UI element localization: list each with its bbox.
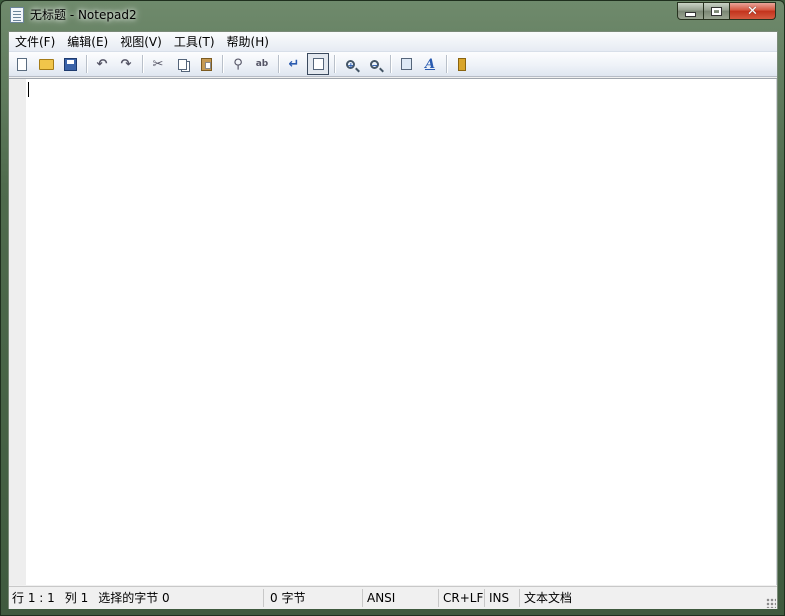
window-title: 无标题 - Notepad2 xyxy=(30,8,137,22)
toolbar-separator xyxy=(86,55,88,73)
menu-file[interactable]: 文件(F) xyxy=(9,33,61,51)
toolbar-separator xyxy=(334,55,336,73)
new-file-icon xyxy=(17,57,27,71)
settings-button[interactable] xyxy=(395,53,417,75)
status-line-ending[interactable]: CR+LF xyxy=(439,589,485,607)
zoom-out-icon: − xyxy=(369,59,379,70)
maximize-icon xyxy=(711,6,722,16)
status-insert-mode: INS xyxy=(485,589,520,607)
toolbar-separator xyxy=(142,55,144,73)
undo-icon: ↶ xyxy=(96,56,108,72)
maximize-button[interactable] xyxy=(704,2,730,20)
toolbar-separator xyxy=(278,55,280,73)
find-button[interactable]: ⚲ xyxy=(227,53,249,75)
status-selection: 选择的字节 0 xyxy=(98,591,170,605)
status-doc-type[interactable]: 文本文档 xyxy=(520,589,640,607)
toolbar-separator xyxy=(222,55,224,73)
copy-button[interactable] xyxy=(171,53,193,75)
save-button[interactable] xyxy=(59,53,81,75)
close-icon: ✕ xyxy=(747,3,758,19)
menu-help[interactable]: 帮助(H) xyxy=(221,33,275,51)
status-column: 列 1 xyxy=(64,591,89,605)
settings-icon xyxy=(400,58,412,70)
close-button[interactable]: ✕ xyxy=(730,2,776,20)
zoom-out-button[interactable]: − xyxy=(363,53,385,75)
save-icon xyxy=(63,57,77,71)
minimize-button[interactable] xyxy=(677,2,704,20)
view-toggle-button[interactable] xyxy=(307,53,329,75)
window-controls: ✕ xyxy=(677,2,776,21)
menu-tools[interactable]: 工具(T) xyxy=(168,33,221,51)
font-button[interactable]: A xyxy=(419,53,441,75)
zoom-in-button[interactable]: + xyxy=(339,53,361,75)
font-icon: A xyxy=(424,56,436,72)
zoom-in-icon: + xyxy=(345,59,355,70)
word-wrap-icon: ↵ xyxy=(288,56,300,72)
toolbar-separator xyxy=(390,55,392,73)
exit-button[interactable] xyxy=(451,53,473,75)
new-file-button[interactable] xyxy=(11,53,33,75)
status-bar: 行 1 : 1 列 1 选择的字节 0 0 字节 ANSI CR+LF INS 文本… xyxy=(9,586,777,609)
minimize-icon xyxy=(685,11,696,17)
redo-button[interactable]: ↷ xyxy=(115,53,137,75)
copy-icon xyxy=(177,58,187,70)
app-window: 无标题 - Notepad2 ✕ 文件(F) 编辑(E) 视图(V) 工具(T)… xyxy=(0,0,785,616)
toolbar-separator xyxy=(446,55,448,73)
menu-bar: 文件(F) 编辑(E) 视图(V) 工具(T) 帮助(H) xyxy=(9,32,777,52)
word-wrap-button[interactable]: ↵ xyxy=(283,53,305,75)
text-editor[interactable] xyxy=(9,78,777,585)
text-caret xyxy=(28,82,29,97)
status-bytes: 0 字节 xyxy=(264,589,363,607)
editor-edge xyxy=(776,79,777,585)
menu-view[interactable]: 视图(V) xyxy=(114,33,168,51)
replace-button[interactable]: ab xyxy=(251,53,273,75)
status-position: 行 1 : 1 列 1 选择的字节 0 xyxy=(9,589,264,607)
toolbar: ↶ ↷ ✂ ⚲ ab ↵ + − A xyxy=(9,52,777,77)
menu-edit[interactable]: 编辑(E) xyxy=(61,33,114,51)
line-number-gutter xyxy=(9,79,26,585)
find-icon: ⚲ xyxy=(233,56,243,72)
cut-icon: ✂ xyxy=(152,56,164,72)
client-area: 文件(F) 编辑(E) 视图(V) 工具(T) 帮助(H) ↶ ↷ ✂ ⚲ ab… xyxy=(8,31,778,609)
title-bar[interactable]: 无标题 - Notepad2 ✕ xyxy=(1,1,784,29)
replace-icon: ab xyxy=(255,58,269,69)
undo-button[interactable]: ↶ xyxy=(91,53,113,75)
open-folder-icon xyxy=(38,58,54,70)
cut-button[interactable]: ✂ xyxy=(147,53,169,75)
status-encoding[interactable]: ANSI xyxy=(363,589,439,607)
paste-button[interactable] xyxy=(195,53,217,75)
paste-icon xyxy=(200,57,212,71)
status-line: 行 1 : 1 xyxy=(12,591,55,605)
notepad-app-icon[interactable] xyxy=(10,7,24,23)
view-toggle-icon xyxy=(312,58,324,70)
resize-grip[interactable] xyxy=(766,598,776,608)
redo-icon: ↷ xyxy=(120,56,132,72)
exit-icon xyxy=(458,57,466,71)
open-file-button[interactable] xyxy=(35,53,57,75)
